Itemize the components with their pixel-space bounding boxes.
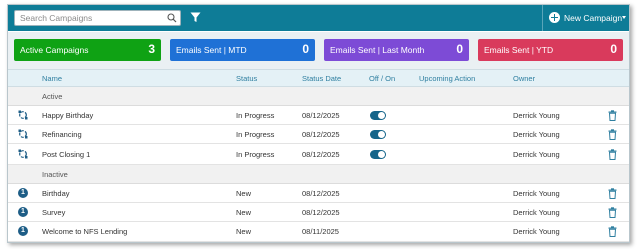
on-off-toggle[interactable]	[370, 111, 386, 120]
column-header-upcoming-action[interactable]: Upcoming Action	[419, 74, 475, 83]
new-campaign-label: New Campaign	[564, 13, 623, 23]
group-label: Inactive	[42, 170, 68, 179]
campaign-name[interactable]: Refinancing	[42, 130, 82, 139]
campaign-name[interactable]: Post Closing 1	[42, 150, 90, 159]
campaign-owner: Derrick Young	[513, 208, 560, 217]
column-header-status-date[interactable]: Status Date	[302, 74, 341, 83]
toolbar: Search Campaigns New Campaign	[8, 5, 629, 31]
table-row[interactable]: Refinancing In Progress 08/12/2025 Derri…	[8, 125, 629, 144]
card-value: 3	[148, 42, 155, 56]
campaign-owner: Derrick Young	[513, 111, 560, 120]
table-row[interactable]: Happy Birthday In Progress 08/12/2025 De…	[8, 106, 629, 125]
campaign-name[interactable]: Birthday	[42, 189, 70, 198]
column-header-status[interactable]: Status	[236, 74, 257, 83]
campaign-status-date: 08/12/2025	[302, 189, 340, 198]
card-value: 0	[302, 42, 309, 56]
card-value: 0	[610, 42, 617, 56]
trash-icon[interactable]	[608, 129, 617, 140]
step-count-badge: 1	[18, 226, 28, 236]
trash-icon[interactable]	[608, 149, 617, 160]
stats-cards: Active Campaigns 3 Emails Sent | MTD 0 E…	[8, 32, 629, 69]
campaign-status: In Progress	[236, 150, 275, 159]
caret-down-icon	[622, 16, 626, 19]
column-header-toggle[interactable]: Off / On	[369, 74, 395, 83]
plus-circle-icon	[549, 12, 560, 23]
campaign-owner: Derrick Young	[513, 130, 560, 139]
campaign-status: In Progress	[236, 130, 275, 139]
in-progress-icon	[18, 149, 28, 159]
table-row[interactable]: Post Closing 1 In Progress 08/12/2025 De…	[8, 144, 629, 165]
card-label: Active Campaigns	[20, 45, 89, 55]
campaign-status-date: 08/12/2025	[302, 130, 340, 139]
in-progress-icon	[18, 110, 28, 120]
active-campaigns-card: Active Campaigns 3	[14, 39, 161, 61]
campaign-status: New	[236, 189, 252, 198]
on-off-toggle[interactable]	[370, 130, 386, 139]
table-row[interactable]: 1 Birthday New 08/12/2025 Derrick Young	[8, 184, 629, 203]
campaign-status-date: 08/12/2025	[302, 111, 340, 120]
step-count-badge: 1	[18, 207, 28, 217]
trash-icon[interactable]	[608, 226, 617, 237]
search-icon[interactable]	[167, 13, 177, 23]
emails-mtd-card: Emails Sent | MTD 0	[170, 39, 315, 61]
campaign-status-date: 08/12/2025	[302, 150, 340, 159]
table-row[interactable]: 1 Welcome to NFS Lending New 08/11/2025 …	[8, 222, 629, 242]
trash-icon[interactable]	[608, 188, 617, 199]
campaign-status-date: 08/12/2025	[302, 208, 340, 217]
campaign-owner: Derrick Young	[513, 150, 560, 159]
emails-ytd-card: Emails Sent | YTD 0	[478, 39, 623, 61]
card-label: Emails Sent | YTD	[484, 45, 554, 55]
campaign-status-date: 08/11/2025	[302, 227, 339, 236]
campaign-name[interactable]: Welcome to NFS Lending	[42, 227, 127, 236]
trash-icon[interactable]	[608, 110, 617, 121]
filter-icon[interactable]	[190, 12, 201, 23]
campaign-name[interactable]: Happy Birthday	[42, 111, 93, 120]
campaign-owner: Derrick Young	[513, 189, 560, 198]
group-header-inactive: Inactive	[8, 165, 629, 184]
campaign-status: New	[236, 208, 252, 217]
group-label: Active	[42, 92, 63, 101]
campaign-status: In Progress	[236, 111, 275, 120]
campaign-status: New	[236, 227, 252, 236]
column-header-owner[interactable]: Owner	[513, 74, 535, 83]
group-header-active: Active	[8, 87, 629, 106]
column-header-name[interactable]: Name	[42, 74, 62, 83]
trash-icon[interactable]	[608, 207, 617, 218]
step-count-badge: 1	[18, 188, 28, 198]
new-campaign-button[interactable]: New Campaign	[542, 5, 629, 31]
campaign-owner: Derrick Young	[513, 227, 560, 236]
card-label: Emails Sent | Last Month	[330, 45, 425, 55]
campaigns-panel: Search Campaigns New Campaign Active Cam…	[7, 4, 630, 243]
card-label: Emails Sent | MTD	[176, 45, 247, 55]
campaign-name[interactable]: Survey	[42, 208, 65, 217]
table-row[interactable]: 1 Survey New 08/12/2025 Derrick Young	[8, 203, 629, 222]
search-placeholder: Search Campaigns	[20, 13, 93, 23]
emails-last-month-card: Emails Sent | Last Month 0	[324, 39, 469, 61]
table-header: Name Status Status Date Off / On Upcomin…	[8, 69, 629, 87]
in-progress-icon	[18, 129, 28, 139]
search-input[interactable]: Search Campaigns	[14, 10, 181, 26]
on-off-toggle[interactable]	[370, 150, 386, 159]
card-value: 0	[456, 42, 463, 56]
